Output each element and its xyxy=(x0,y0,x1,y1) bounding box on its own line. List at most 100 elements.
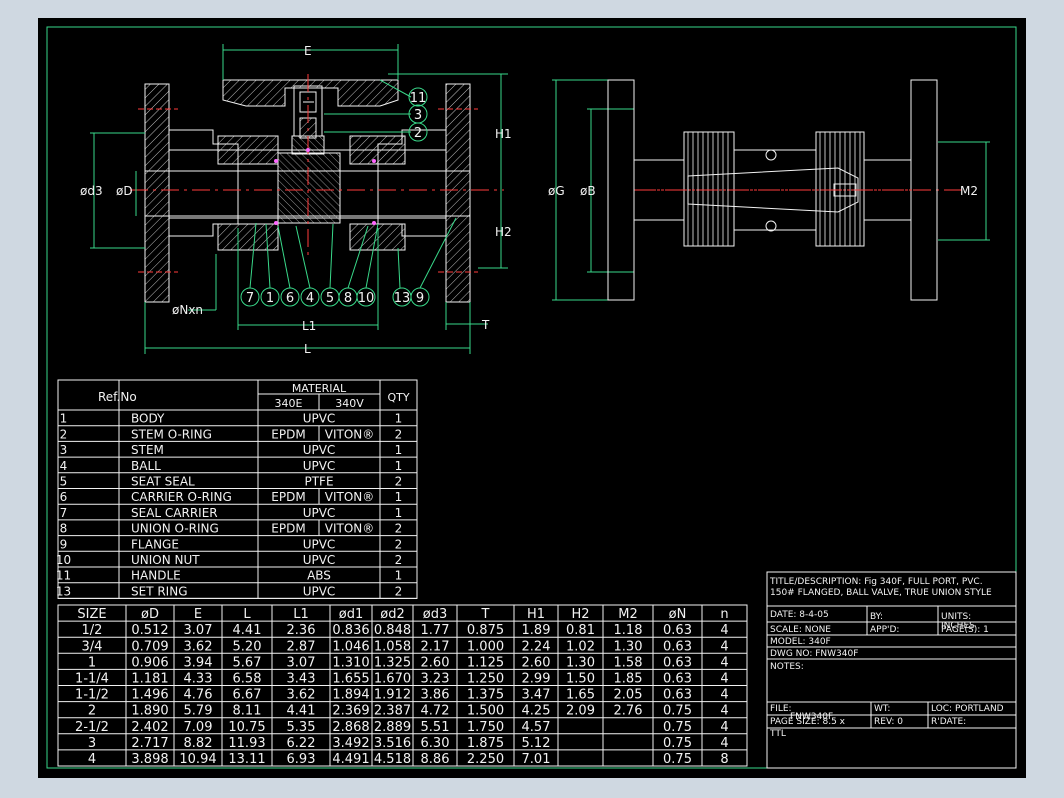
size-cell-1-9: 2.24 xyxy=(522,639,551,654)
cad-viewport[interactable]: 11 3 2 7 1 6 4 5 8 10 13 9 E H1 H2 ød3 øD øNxn L1 … xyxy=(38,18,1026,778)
balloon-label-8: 8 xyxy=(344,291,352,306)
size-cell-6-4: 5.35 xyxy=(287,720,316,735)
loc-field: LOC: PORTLAND xyxy=(931,704,1004,714)
size-header-13: n xyxy=(720,607,728,622)
size-header-8: T xyxy=(481,607,490,622)
size-cell-2-0: 1 xyxy=(88,655,96,670)
parts-name-3: STEM xyxy=(131,443,164,457)
size-cell-3-9: 2.99 xyxy=(522,672,551,687)
size-cell-0-11: 1.18 xyxy=(614,623,643,638)
parts-material-4: UPVC xyxy=(303,459,336,473)
size-cell-1-2: 3.62 xyxy=(184,639,213,654)
size-cell-2-5: 1.310 xyxy=(332,655,369,670)
size-header-6: ød2 xyxy=(380,607,404,622)
balloon-label-6: 6 xyxy=(286,291,294,306)
appd-field: APP'D: xyxy=(870,625,899,635)
size-cell-7-5: 3.492 xyxy=(332,736,369,751)
parts-header-340e: 340E xyxy=(275,397,303,410)
size-cell-5-1: 1.890 xyxy=(131,704,168,719)
parts-ref-1: 1 xyxy=(60,412,68,426)
parts-name-4: BALL xyxy=(131,459,161,473)
size-header-9: H1 xyxy=(527,607,545,622)
parts-table: Ref.NoMATERIAL340E 340V QTY1 BODY UPVC 12 STEM… xyxy=(56,379,418,599)
size-cell-4-12: 0.63 xyxy=(663,688,692,703)
size-cell-6-7: 5.51 xyxy=(421,720,450,735)
parts-material-7: UPVC xyxy=(303,506,336,520)
size-cell-3-12: 0.63 xyxy=(663,672,692,687)
parts-ref-11: 11 xyxy=(56,569,71,583)
size-cell-6-1: 2.402 xyxy=(131,720,168,735)
size-cell-0-1: 0.512 xyxy=(131,623,168,638)
size-cell-5-7: 4.72 xyxy=(421,704,450,719)
parts-340e-6: EPDM xyxy=(271,490,305,504)
size-cell-4-6: 1.912 xyxy=(374,688,411,703)
size-cell-4-3: 6.67 xyxy=(233,688,262,703)
dim-label-E: E xyxy=(304,44,312,58)
parts-material-11: ABS xyxy=(307,569,331,583)
parts-material-9: UPVC xyxy=(303,537,336,551)
parts-name-7: SEAL CARRIER xyxy=(131,506,218,520)
parts-header-ref: Ref.No xyxy=(98,390,137,404)
size-cell-8-0: 4 xyxy=(88,752,96,767)
size-cell-2-2: 3.94 xyxy=(184,655,213,670)
size-cell-0-0: 1/2 xyxy=(82,623,103,638)
size-cell-8-2: 10.94 xyxy=(179,752,216,767)
size-cell-1-11: 1.30 xyxy=(614,639,643,654)
rev-field: REV: 0 xyxy=(874,717,903,727)
balloon-label-11: 11 xyxy=(410,91,427,106)
size-cell-2-9: 2.60 xyxy=(522,655,551,670)
size-cell-4-13: 4 xyxy=(720,688,728,703)
size-cell-5-11: 2.76 xyxy=(614,704,643,719)
size-header-10: H2 xyxy=(571,607,589,622)
parts-header-340v: 340V xyxy=(335,397,364,410)
size-cell-8-4: 6.93 xyxy=(287,752,316,767)
balloon-label-5: 5 xyxy=(326,291,334,306)
ttl-field: TTL xyxy=(769,729,786,739)
size-cell-0-10: 0.81 xyxy=(566,623,595,638)
size-cell-8-13: 8 xyxy=(720,752,728,767)
parts-name-1: BODY xyxy=(131,412,165,426)
parts-qty-2: 2 xyxy=(395,427,403,441)
size-cell-2-8: 1.125 xyxy=(467,655,504,670)
rdate-field: R'DATE: xyxy=(931,717,966,727)
size-header-2: E xyxy=(194,607,202,622)
size-cell-0-3: 4.41 xyxy=(233,623,262,638)
parts-qty-5: 2 xyxy=(395,475,403,489)
by-field: BY: xyxy=(870,612,883,622)
scale-field: SCALE: NONE xyxy=(770,625,831,635)
size-cell-0-12: 0.63 xyxy=(663,623,692,638)
size-cell-2-12: 0.63 xyxy=(663,655,692,670)
size-header-12: øN xyxy=(669,607,687,622)
parts-name-13: SET RING xyxy=(131,584,188,598)
balloons-bottom: 7 1 6 4 5 8 10 13 9 xyxy=(240,287,430,307)
dwg-no-field: DWG NO: FNW340F xyxy=(770,649,858,659)
parts-material-5: PTFE xyxy=(304,475,333,489)
size-cell-2-1: 0.906 xyxy=(131,655,168,670)
size-header-0: SIZE xyxy=(77,607,106,622)
size-cell-0-4: 2.36 xyxy=(287,623,316,638)
dim-label-N: øNxn xyxy=(172,303,203,317)
size-cell-1-0: 3/4 xyxy=(82,639,103,654)
size-cell-4-0: 1-1/2 xyxy=(75,688,109,703)
size-cell-1-4: 2.87 xyxy=(287,639,316,654)
balloon-label-9: 9 xyxy=(416,291,424,306)
parts-ref-13: 13 xyxy=(56,584,71,598)
size-cell-1-1: 0.709 xyxy=(131,639,168,654)
parts-ref-3: 3 xyxy=(60,443,68,457)
size-cell-6-9: 4.57 xyxy=(522,720,551,735)
parts-qty-10: 2 xyxy=(395,553,403,567)
size-cell-4-10: 1.65 xyxy=(566,688,595,703)
parts-340e-2: EPDM xyxy=(271,427,305,441)
wt-field: WT: xyxy=(874,704,890,714)
size-header-4: L1 xyxy=(293,607,309,622)
size-cell-7-9: 5.12 xyxy=(522,736,551,751)
parts-340e-8: EPDM xyxy=(271,522,305,536)
size-cell-2-7: 2.60 xyxy=(421,655,450,670)
size-cell-7-1: 2.717 xyxy=(131,736,168,751)
parts-material-3: UPVC xyxy=(303,443,336,457)
balloon-label-4: 4 xyxy=(306,291,314,306)
parts-340v-2: VITON® xyxy=(325,427,375,441)
size-header-5: ød1 xyxy=(339,607,363,622)
size-header-3: L xyxy=(243,607,251,622)
balloon-label-10: 10 xyxy=(358,291,375,306)
